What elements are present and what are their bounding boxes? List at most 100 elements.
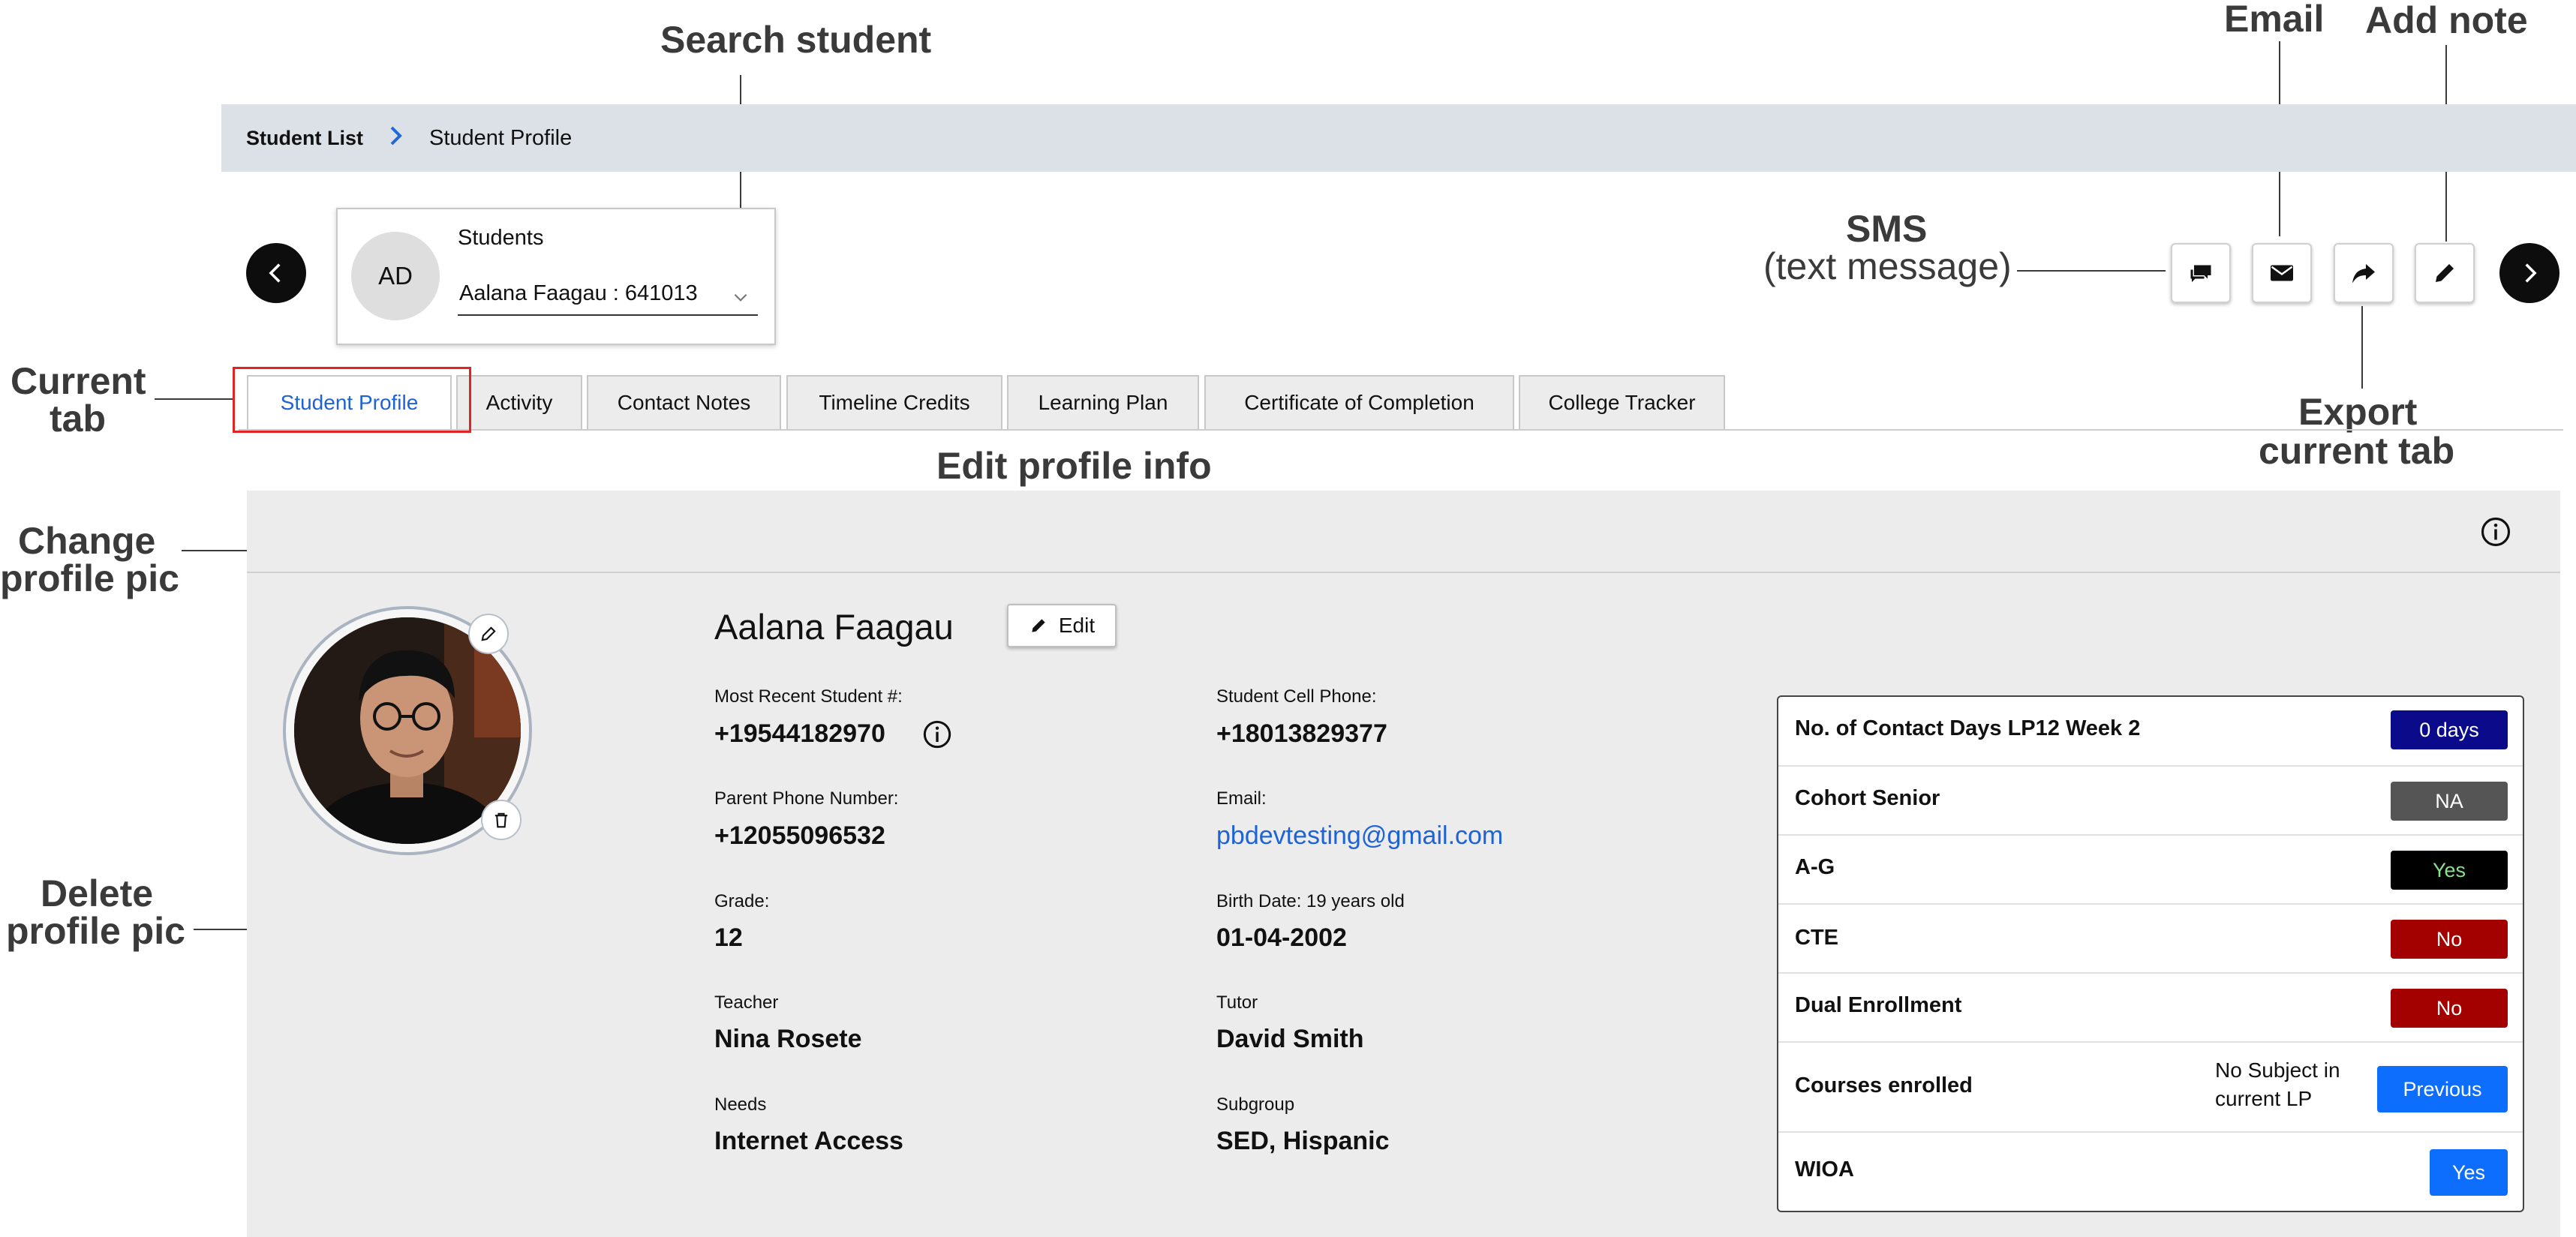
trash-icon: [494, 812, 508, 828]
breadcrumb-current: Student Profile: [429, 125, 573, 150]
chevron-right-icon: [2525, 263, 2537, 283]
email-button[interactable]: [2252, 243, 2312, 303]
tab-learning-plan[interactable]: Learning Plan: [1007, 375, 1199, 429]
callout-add-note: Add note: [2365, 0, 2528, 41]
export-tab-button[interactable]: [2334, 243, 2394, 303]
status-label: Courses enrolled: [1795, 1073, 1973, 1097]
status-row: A-G Yes: [1778, 836, 2523, 905]
courses-note-line-2: current LP: [2215, 1087, 2313, 1110]
sms-button[interactable]: [2171, 243, 2231, 303]
previous-student-button[interactable]: [246, 243, 306, 303]
tab-college-tracker[interactable]: College Tracker: [1519, 375, 1725, 429]
student-search-select[interactable]: Aalana Faagau : 641013: [458, 278, 758, 316]
student-name: Aalana Faagau: [714, 607, 954, 647]
status-badge: No: [2391, 989, 2508, 1028]
status-row: WIOA Yes: [1778, 1133, 2523, 1211]
callout-delete-pic-sub: profile pic: [6, 910, 185, 952]
current-tab-highlight: [233, 367, 471, 433]
callout-delete-pic: Delete: [41, 872, 154, 914]
tab-certificate-of-completion[interactable]: Certificate of Completion: [1204, 375, 1514, 429]
next-student-button[interactable]: [2499, 243, 2559, 303]
status-label: Cohort Senior: [1795, 786, 1940, 810]
email-link[interactable]: pbdevtesting@gmail.com: [1216, 821, 1503, 851]
status-row: No. of Contact Days LP12 Week 2 0 days: [1778, 697, 2523, 767]
tutor-value: David Smith: [1216, 1025, 1364, 1053]
grade-label: Grade:: [714, 891, 770, 911]
cell-phone-value: +18013829377: [1216, 719, 1387, 748]
panel-divider: [247, 572, 2560, 573]
callout-change-pic: Change: [18, 520, 156, 562]
callout-current-tab-sub: tab: [50, 398, 106, 440]
needs-value: Internet Access: [714, 1127, 903, 1155]
add-note-button[interactable]: [2415, 243, 2475, 303]
birth-date-value: 01-04-2002: [1216, 923, 1347, 952]
callout-search-student: Search student: [660, 19, 932, 61]
callout-edit-profile: Edit profile info: [936, 445, 1212, 487]
subgroup-value: SED, Hispanic: [1216, 1127, 1390, 1155]
edit-label: Edit: [1058, 614, 1096, 637]
status-label: A-G: [1795, 855, 1835, 879]
status-row: Courses enrolled No Subject in current L…: [1778, 1043, 2523, 1133]
student-selector-label: Students: [458, 226, 544, 250]
avatar: AD: [351, 232, 440, 320]
status-label: CTE: [1795, 926, 1838, 950]
chevron-left-icon: [269, 263, 281, 283]
pencil-icon: [481, 626, 496, 641]
status-row: Dual Enrollment No: [1778, 974, 2523, 1043]
status-row: CTE No: [1778, 905, 2523, 974]
chat-icon: [2190, 265, 2211, 282]
info-icon[interactable]: [2480, 516, 2511, 548]
teacher-label: Teacher: [714, 992, 779, 1013]
callout-sms-sub: (text message): [1763, 245, 2012, 287]
student-number-label: Most Recent Student #:: [714, 686, 903, 707]
email-label: Email:: [1216, 788, 1267, 809]
edit-profile-button[interactable]: Edit: [1007, 604, 1117, 647]
callout-line: [2017, 270, 2166, 272]
needs-label: Needs: [714, 1094, 767, 1115]
status-badge: Yes: [2430, 1149, 2508, 1196]
delete-photo-button[interactable]: [481, 800, 522, 840]
teacher-value: Nina Rosete: [714, 1025, 862, 1053]
parent-phone-label: Parent Phone Number:: [714, 788, 899, 809]
status-card: No. of Contact Days LP12 Week 2 0 days C…: [1777, 695, 2524, 1212]
change-photo-button[interactable]: [468, 614, 509, 654]
tab-timeline-credits[interactable]: Timeline Credits: [786, 375, 1002, 429]
breadcrumb-student-list[interactable]: Student List: [246, 127, 363, 150]
pencil-icon: [2436, 264, 2454, 282]
tab-contact-notes[interactable]: Contact Notes: [587, 375, 781, 429]
envelope-icon: [2271, 265, 2293, 281]
student-number-value: +19544182970: [714, 719, 885, 748]
birth-date-label: Birth Date: 19 years old: [1216, 891, 1405, 911]
student-select-value: Aalana Faagau : 641013: [459, 281, 698, 305]
grade-value: 12: [714, 923, 743, 952]
status-badge: NA: [2391, 782, 2508, 821]
tab-activity[interactable]: Activity: [456, 375, 582, 429]
student-selector[interactable]: AD Students Aalana Faagau : 641013: [336, 208, 776, 345]
parent-phone-value: +12055096532: [714, 821, 885, 850]
tutor-label: Tutor: [1216, 992, 1258, 1013]
callout-email: Email: [2224, 0, 2325, 40]
info-icon[interactable]: [922, 719, 952, 749]
callout-line: [155, 398, 233, 400]
callout-sms: SMS: [1846, 208, 1928, 250]
previous-courses-button[interactable]: Previous: [2377, 1066, 2508, 1112]
courses-note-line-1: No Subject in: [2215, 1058, 2340, 1082]
status-label: No. of Contact Days LP12 Week 2: [1795, 716, 2141, 740]
chevron-right-icon: [389, 125, 404, 151]
callout-export: Export: [2298, 391, 2418, 433]
share-arrow-icon: [2352, 264, 2375, 284]
callout-export-sub: current tab: [2259, 430, 2455, 472]
status-badge: No: [2391, 920, 2508, 959]
status-label: Dual Enrollment: [1795, 993, 1962, 1017]
callout-line: [2361, 306, 2363, 389]
callout-change-pic-sub: profile pic: [0, 557, 179, 599]
status-badge: 0 days: [2391, 710, 2508, 749]
courses-note: No Subject in current LP: [2215, 1056, 2340, 1113]
breadcrumb: Student List Student Profile: [221, 104, 2576, 172]
cell-phone-label: Student Cell Phone:: [1216, 686, 1377, 707]
status-row: Cohort Senior NA: [1778, 767, 2523, 836]
subgroup-label: Subgroup: [1216, 1094, 1295, 1115]
status-label: WIOA: [1795, 1157, 1854, 1181]
status-badge: Yes: [2391, 851, 2508, 890]
callout-current-tab: Current: [11, 360, 146, 402]
